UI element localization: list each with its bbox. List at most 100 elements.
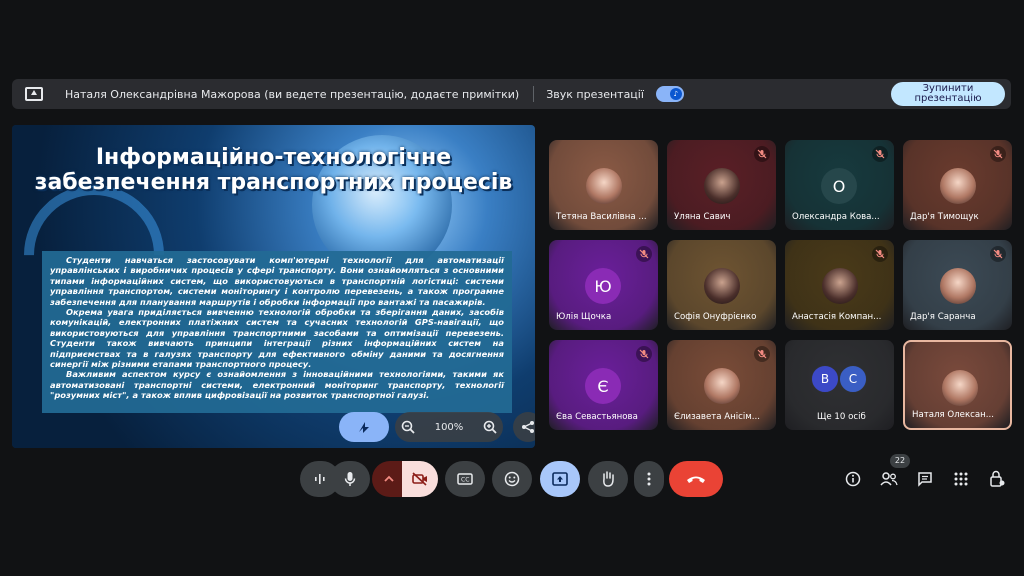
more-options-button[interactable] xyxy=(634,461,664,497)
participant-name: Тетяна Василівна ... xyxy=(556,212,647,222)
camera-off-icon xyxy=(412,472,427,486)
slide-toolbar: 100% xyxy=(339,412,535,442)
presentation-audio-toggle[interactable]: ♪ xyxy=(655,86,684,102)
slide-title: Інформаційно-технологічне забезпечення т… xyxy=(12,145,535,195)
mic-off-icon xyxy=(872,146,888,162)
participant-name: Уляна Савич xyxy=(674,212,731,222)
participant-tile[interactable]: В С Ще 10 осіб xyxy=(785,340,894,430)
participant-tile[interactable]: Анастасія Компан... xyxy=(785,240,894,330)
volume-icon: ♪ xyxy=(669,88,682,100)
avatar: О xyxy=(821,168,857,204)
mic-off-icon xyxy=(636,346,652,362)
mic-off-icon xyxy=(636,246,652,262)
present-to-all-icon xyxy=(552,472,568,486)
avatar xyxy=(940,168,976,204)
chevron-up-icon xyxy=(384,475,394,482)
reactions-button[interactable] xyxy=(492,461,532,497)
meeting-details-button[interactable] xyxy=(844,470,862,488)
participant-name: Олександра Кова... xyxy=(792,212,880,222)
presentation-audio-label: Звук презентації xyxy=(546,87,644,101)
zoom-in-icon[interactable] xyxy=(483,420,497,434)
participant-name: Єлизавета Анісім... xyxy=(674,412,760,422)
apps-grid-icon xyxy=(954,472,968,486)
audio-levels-icon xyxy=(315,474,325,484)
microphone-icon xyxy=(344,472,356,486)
people-icon xyxy=(880,472,898,486)
presentation-slide: Інформаційно-технологічне забезпечення т… xyxy=(12,125,535,448)
auto-zoom-icon xyxy=(359,422,369,433)
chat-button[interactable] xyxy=(916,470,934,488)
avatar xyxy=(940,268,976,304)
hand-icon xyxy=(603,471,614,487)
more-vert-icon xyxy=(647,472,651,486)
people-button[interactable] xyxy=(880,470,898,488)
mic-off-icon xyxy=(754,146,770,162)
participant-tile[interactable]: Дар'я Саранча xyxy=(903,240,1012,330)
participant-name: Наталя Олексан... xyxy=(912,410,994,420)
people-count-badge: 22 xyxy=(890,454,910,468)
avatar xyxy=(942,370,978,406)
avatar xyxy=(704,368,740,404)
avatar xyxy=(586,168,622,204)
participant-name: Дар'я Тимощук xyxy=(910,212,979,222)
zoom-level: 100% xyxy=(434,421,464,433)
participant-name: Дар'я Саранча xyxy=(910,312,976,322)
participant-name: Єва Севастьянова xyxy=(556,412,638,422)
svg-text:CC: CC xyxy=(461,477,469,484)
avatar: С xyxy=(839,365,867,393)
captions-button[interactable]: CC xyxy=(445,461,485,497)
mic-off-icon xyxy=(990,246,1006,262)
camera-options-button[interactable] xyxy=(372,461,406,497)
slide-paragraph: Студенти навчаться застосовувати комп'ют… xyxy=(50,255,504,307)
lock-person-icon xyxy=(990,470,1005,487)
mic-off-icon xyxy=(990,146,1006,162)
zoom-controls: 100% xyxy=(395,412,503,442)
avatar xyxy=(822,268,858,304)
chat-icon xyxy=(918,472,932,487)
participant-name: Юлія Щочка xyxy=(556,312,612,322)
slide-title-line2: забезпечення транспортних процесів xyxy=(34,170,513,195)
avatar: Ю xyxy=(585,268,621,304)
info-icon xyxy=(845,471,861,487)
auto-zoom-button[interactable] xyxy=(339,412,389,442)
mic-off-icon xyxy=(872,246,888,262)
slide-title-line1: Інформаційно-технологічне xyxy=(95,145,452,170)
participant-tile[interactable]: Уляна Савич xyxy=(667,140,776,230)
avatar: В xyxy=(811,365,839,393)
host-controls-button[interactable] xyxy=(988,470,1006,488)
activities-button[interactable] xyxy=(952,470,970,488)
participant-tile[interactable]: Тетяна Василівна ... xyxy=(549,140,658,230)
avatar xyxy=(704,168,740,204)
raise-hand-button[interactable] xyxy=(588,461,628,497)
present-now-button[interactable] xyxy=(540,461,580,497)
participant-name: Софія Онуфрієнко xyxy=(674,312,757,322)
slide-paragraph: Окрема увага приділяється вивченню техно… xyxy=(50,307,504,370)
participant-tile[interactable]: О Олександра Кова... xyxy=(785,140,894,230)
divider xyxy=(533,86,535,102)
microphone-button[interactable] xyxy=(330,461,370,497)
participant-tile[interactable]: Софія Онуфрієнко xyxy=(667,240,776,330)
slide-paragraph: Важливим аспектом курсу є ознайомлення з… xyxy=(50,369,504,401)
mic-off-icon xyxy=(754,346,770,362)
slide-text-box: Студенти навчаться застосовувати комп'ют… xyxy=(42,251,512,413)
participant-name: Ще 10 осіб xyxy=(817,412,866,422)
participant-tile[interactable]: Є Єва Севастьянова xyxy=(549,340,658,430)
zoom-out-icon[interactable] xyxy=(401,420,415,434)
presenter-text: Наталя Олександрівна Мажорова (ви ведете… xyxy=(65,87,520,101)
participant-tile[interactable]: Наталя Олексан... xyxy=(903,340,1012,430)
present-icon xyxy=(25,87,43,101)
participant-tile[interactable]: Ю Юлія Щочка xyxy=(549,240,658,330)
avatar: Є xyxy=(585,368,621,404)
stop-presenting-button[interactable]: Зупинити презентацію xyxy=(891,82,1005,106)
share-button[interactable] xyxy=(513,412,535,442)
camera-button[interactable] xyxy=(402,461,438,497)
call-end-icon xyxy=(687,476,705,483)
participant-tile[interactable]: Єлизавета Анісім... xyxy=(667,340,776,430)
share-icon xyxy=(522,421,534,433)
avatar xyxy=(704,268,740,304)
leave-call-button[interactable] xyxy=(669,461,723,497)
participant-tile[interactable]: Дар'я Тимощук xyxy=(903,140,1012,230)
captions-icon: CC xyxy=(457,473,473,485)
participant-name: Анастасія Компан... xyxy=(792,312,882,322)
emoji-icon xyxy=(504,471,520,487)
